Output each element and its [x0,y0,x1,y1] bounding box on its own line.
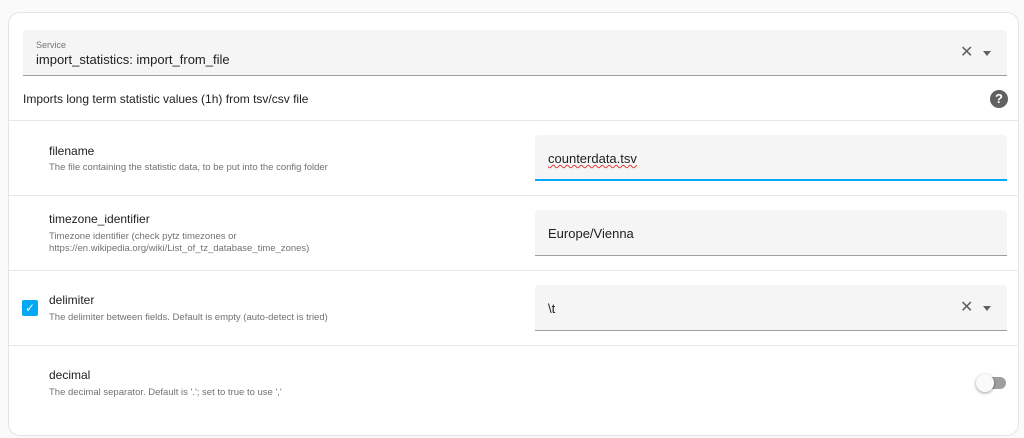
timezone-value: Europe/Vienna [548,226,634,241]
field-desc-timezone: Timezone identifier (check pytz timezone… [49,231,309,255]
help-icon[interactable]: ? [990,90,1008,108]
service-label: Service [36,40,67,50]
dropdown-arrow-icon[interactable] [983,306,991,311]
service-select[interactable]: Service import_statistics: import_from_f… [23,30,1007,76]
field-desc-filename: The file containing the statistic data, … [49,162,328,173]
service-description: Imports long term statistic values (1h) … [23,92,309,106]
desc-line: Timezone identifier (check pytz timezone… [49,231,237,242]
delimiter-value: \t [548,301,556,316]
divider [9,195,1018,196]
desc-line: https://en.wikipedia.org/wiki/List_of_tz… [49,243,310,254]
clear-icon[interactable]: ✕ [960,300,973,316]
clear-icon[interactable]: ✕ [960,45,973,61]
delimiter-select[interactable]: \t ✕ [535,285,1007,331]
delimiter-checkbox[interactable]: ✓ [22,300,38,316]
divider [9,270,1018,271]
field-name-decimal: decimal [49,368,91,382]
toggle-knob[interactable] [976,374,994,392]
divider [9,120,1018,121]
filename-input[interactable]: counterdata.tsv [535,135,1007,181]
field-desc-decimal: The decimal separator. Default is '.'; s… [49,387,282,398]
service-call-card: Service import_statistics: import_from_f… [8,12,1019,436]
timezone-input[interactable]: Europe/Vienna [535,210,1007,256]
field-name-delimiter: delimiter [49,293,95,307]
field-desc-delimiter: The delimiter between fields. Default is… [49,312,328,323]
field-name-filename: filename [49,144,95,158]
divider [9,345,1018,346]
dropdown-arrow-icon[interactable] [983,51,991,56]
service-value: import_statistics: import_from_file [36,52,230,67]
field-name-timezone: timezone_identifier [49,212,150,226]
filename-value: counterdata.tsv [548,151,637,166]
